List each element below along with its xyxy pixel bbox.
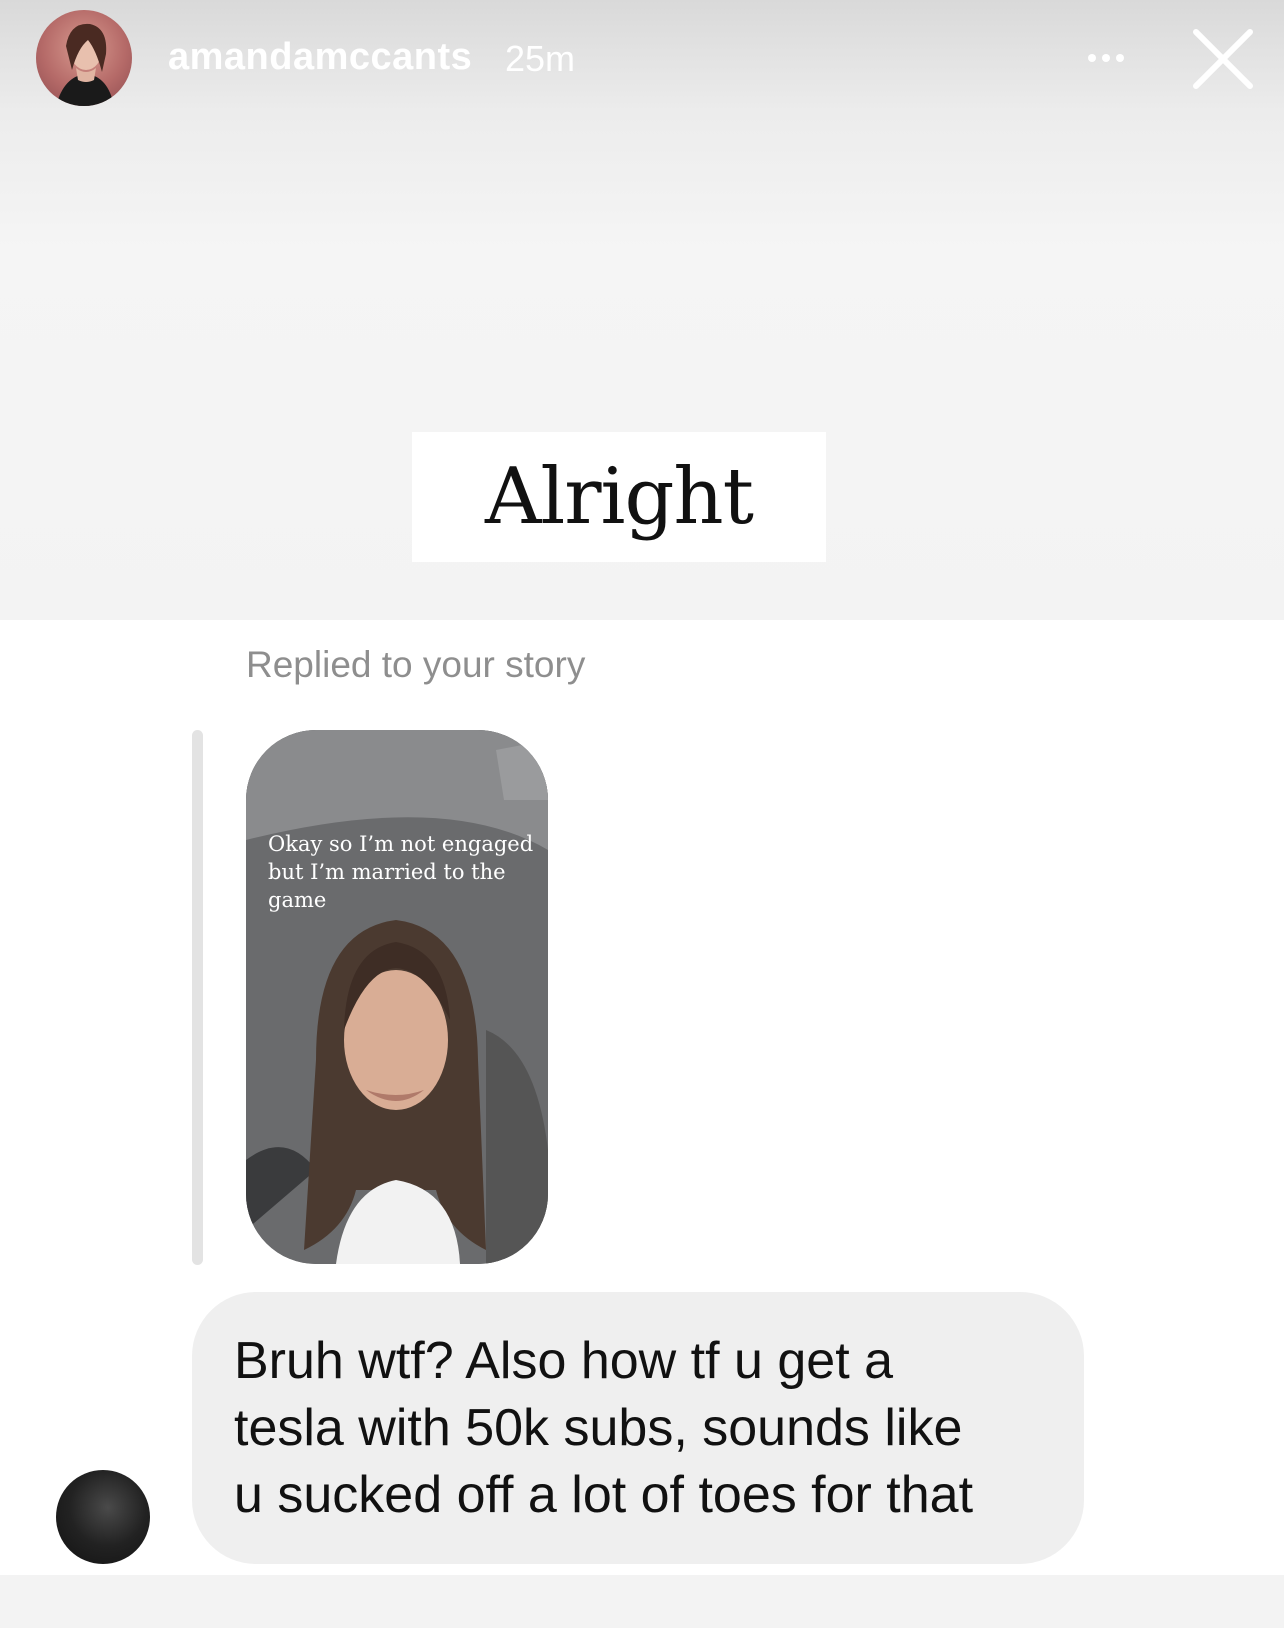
story-photo [246,730,548,1264]
story-thumbnail[interactable]: Okay so I’m not engaged but I’m married … [246,730,548,1264]
story-caption-box: Alright [412,432,826,562]
story-header: amandamccants 25m [0,0,1284,120]
profile-photo-icon [56,23,114,106]
more-options-button[interactable] [1078,30,1134,86]
story-caption: Alright [484,452,754,542]
close-icon [1193,29,1253,89]
username[interactable]: amandamccants [168,36,472,79]
post-time: 25m [505,38,576,79]
replied-to-story-label: Replied to your story [246,644,586,685]
message-text: Bruh wtf? Also how tf u get a tesla with… [234,1332,974,1524]
profile-avatar[interactable] [36,10,132,106]
more-horizontal-icon [1088,54,1096,62]
close-button[interactable] [1190,26,1256,92]
sender-avatar[interactable] [56,1470,150,1564]
story-footer [0,1575,1284,1628]
message-bubble[interactable]: Bruh wtf? Also how tf u get a tesla with… [192,1292,1084,1564]
story-thumbnail-text: Okay so I’m not engaged but I’m married … [268,832,534,912]
dm-screenshot: Replied to your story Okay so I’m not en… [0,620,1284,1575]
reply-thread-line [192,730,203,1265]
